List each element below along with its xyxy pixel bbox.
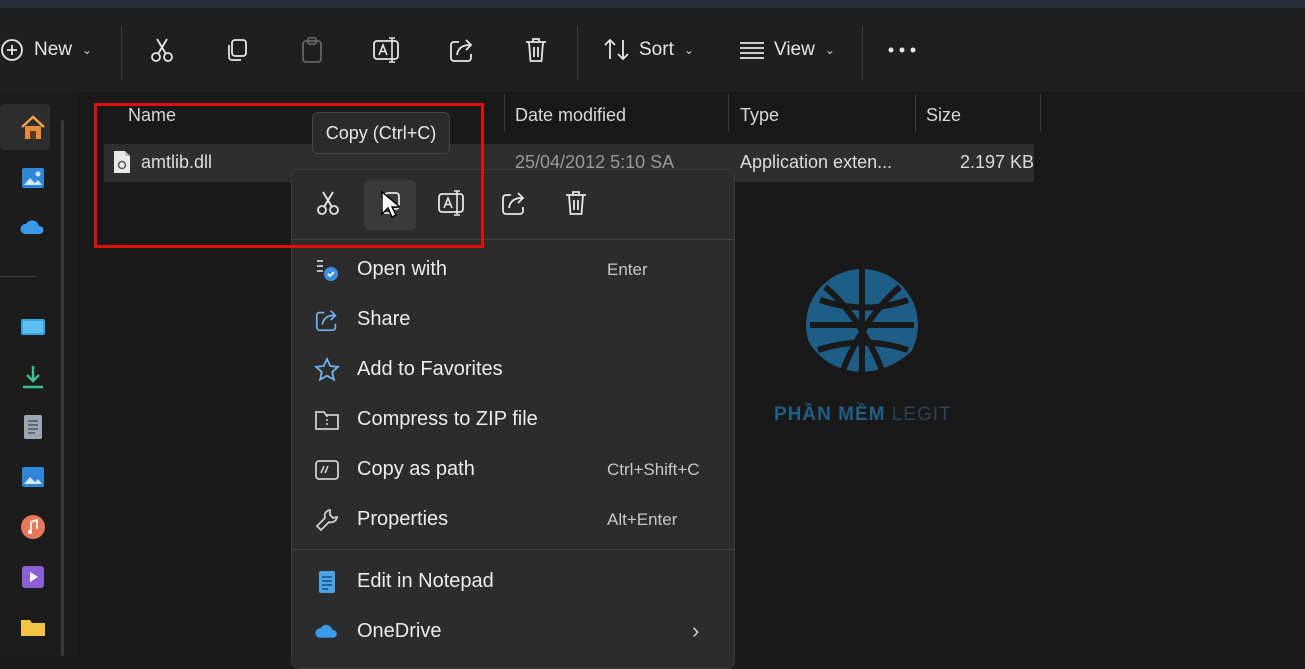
toolbar-separator xyxy=(121,26,122,80)
home-icon[interactable] xyxy=(19,114,47,142)
videos-icon[interactable] xyxy=(19,563,47,591)
menu-item-copy-as-path[interactable]: Copy as path Ctrl+Shift+C xyxy=(292,446,734,494)
rename-icon xyxy=(372,36,402,64)
column-divider[interactable] xyxy=(1040,94,1041,132)
menu-item-label: Properties xyxy=(357,508,449,530)
menu-item-properties[interactable]: Properties Alt+Enter xyxy=(292,496,734,544)
menu-item-open-with[interactable]: Open with Enter xyxy=(292,246,734,294)
cut-button[interactable] xyxy=(148,30,176,70)
onedrive-icon[interactable] xyxy=(19,214,47,242)
watermark-brand: PHẦN MỀM xyxy=(774,404,886,425)
menu-item-compress-zip[interactable]: Compress to ZIP file xyxy=(292,396,734,444)
delete-button[interactable] xyxy=(523,30,549,70)
sort-icon xyxy=(603,37,631,63)
copy-button[interactable] xyxy=(224,30,250,70)
gallery-icon[interactable] xyxy=(19,164,47,192)
rename-button[interactable] xyxy=(372,30,402,70)
chevron-down-icon: ⌄ xyxy=(82,43,93,57)
sort-button[interactable]: Sort ⌄ xyxy=(603,30,694,70)
share-icon xyxy=(500,189,528,222)
share-icon xyxy=(448,36,476,64)
music-icon[interactable] xyxy=(19,513,47,541)
zip-folder-icon xyxy=(314,407,340,433)
share-icon xyxy=(314,307,340,333)
notepad-icon xyxy=(314,569,340,595)
command-bar: New ⌄ Sort ⌄ View ⌄ xyxy=(0,8,1305,92)
new-label: New xyxy=(34,39,73,60)
menu-item-add-to-favorites[interactable]: Add to Favorites xyxy=(292,346,734,394)
title-bar-strip xyxy=(0,0,1305,8)
menu-item-onedrive[interactable]: OneDrive › xyxy=(292,608,734,656)
menu-share-button[interactable] xyxy=(488,180,540,230)
menu-item-label: Share xyxy=(357,308,411,330)
paste-button[interactable] xyxy=(299,30,325,70)
file-type: Application exten... xyxy=(740,152,893,172)
pictures-icon[interactable] xyxy=(19,463,47,491)
column-header-size[interactable]: Size xyxy=(926,100,961,130)
menu-item-share[interactable]: Share xyxy=(292,296,734,344)
copy-path-icon xyxy=(314,457,340,483)
menu-divider xyxy=(292,549,734,550)
column-divider[interactable] xyxy=(915,94,916,132)
watermark-text: PHẦN MỀM LEGIT xyxy=(774,404,952,426)
menu-item-label: Open with xyxy=(357,258,448,280)
column-divider[interactable] xyxy=(504,94,505,132)
open-with-icon xyxy=(314,257,340,283)
sort-label: Sort xyxy=(639,39,674,60)
downloads-icon[interactable] xyxy=(19,363,47,391)
mouse-cursor-icon xyxy=(380,190,402,225)
folder-icon[interactable] xyxy=(19,613,47,641)
toolbar-separator xyxy=(577,26,578,80)
nav-divider xyxy=(0,276,36,277)
column-divider[interactable] xyxy=(728,94,729,132)
delete-icon xyxy=(523,36,549,64)
file-size: 2.197 KB xyxy=(960,152,1035,172)
chevron-down-icon: ⌄ xyxy=(683,43,694,57)
more-button[interactable] xyxy=(887,30,917,70)
menu-item-shortcut: Alt+Enter xyxy=(607,510,678,529)
menu-item-label: Add to Favorites xyxy=(357,358,503,380)
view-icon xyxy=(738,39,766,61)
menu-item-label: Compress to ZIP file xyxy=(357,408,538,430)
paste-icon xyxy=(299,36,325,64)
menu-item-edit-in-notepad[interactable]: Edit in Notepad xyxy=(292,558,734,606)
star-icon xyxy=(313,356,341,383)
copy-icon xyxy=(224,37,250,63)
plus-circle-icon xyxy=(0,37,26,63)
toolbar-separator xyxy=(862,26,863,80)
copy-tooltip: Copy (Ctrl+C) xyxy=(312,112,450,154)
menu-item-label: Edit in Notepad xyxy=(357,570,494,592)
share-button[interactable] xyxy=(448,30,476,70)
nav-scrollbar[interactable] xyxy=(61,120,64,656)
cut-icon xyxy=(148,36,176,64)
menu-item-shortcut: Enter xyxy=(607,260,648,279)
menu-item-label: Copy as path xyxy=(357,458,475,480)
chevron-down-icon: ⌄ xyxy=(824,43,835,57)
menu-delete-button[interactable] xyxy=(550,180,602,230)
onedrive-icon xyxy=(314,619,340,645)
more-icon xyxy=(887,46,917,54)
menu-item-label: OneDrive xyxy=(357,620,442,642)
documents-icon[interactable] xyxy=(19,413,47,441)
phanmemlegit-globe-logo xyxy=(790,265,930,390)
desktop-icon[interactable] xyxy=(19,313,47,341)
new-button[interactable]: New ⌄ xyxy=(0,30,92,70)
column-header-date[interactable]: Date modified xyxy=(515,100,626,130)
delete-icon xyxy=(563,189,589,222)
chevron-right-icon: › xyxy=(692,618,700,643)
watermark-suffix: LEGIT xyxy=(891,404,952,425)
column-header-type[interactable]: Type xyxy=(740,100,779,130)
menu-item-shortcut: Ctrl+Shift+C xyxy=(607,460,700,479)
view-button[interactable]: View ⌄ xyxy=(738,30,835,70)
view-label: View xyxy=(774,39,815,60)
wrench-icon xyxy=(314,507,340,533)
